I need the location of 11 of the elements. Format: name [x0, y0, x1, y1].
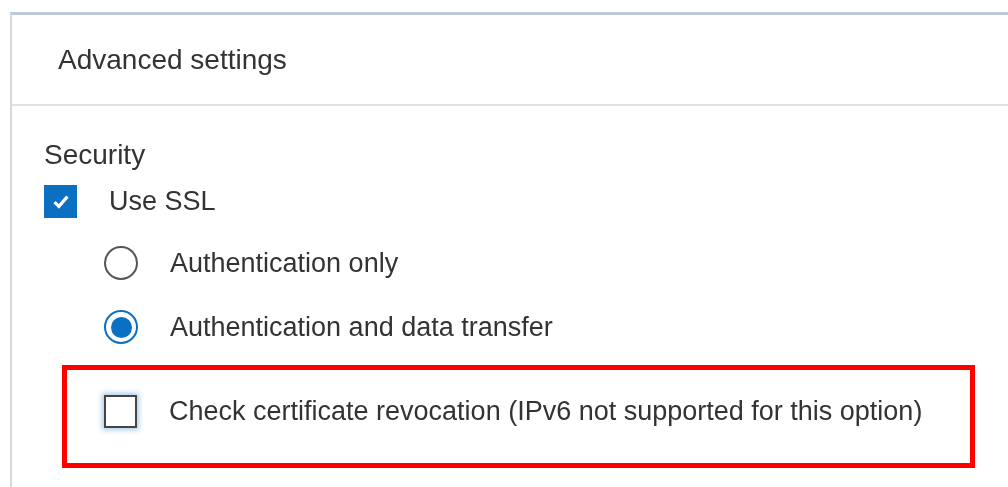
radio-button[interactable]: [104, 246, 138, 280]
checkbox[interactable]: [44, 184, 77, 218]
option-label[interactable]: Use SSL: [109, 185, 216, 217]
section-title: Security: [44, 139, 146, 171]
checkmark-icon: [51, 193, 70, 209]
panel-title: Advanced settings: [58, 43, 287, 76]
option-label[interactable]: Authentication only: [170, 247, 399, 279]
radio-button[interactable]: [104, 310, 138, 344]
checkbox[interactable]: [104, 394, 137, 428]
option-label[interactable]: Authentication and data transfer: [170, 311, 553, 343]
option-label[interactable]: Check certificate revocation (IPv6 not supported for this option): [169, 395, 923, 427]
